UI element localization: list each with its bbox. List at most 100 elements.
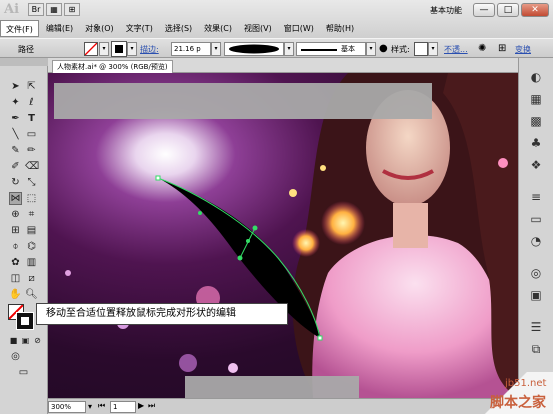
- align-icon[interactable]: ⊞: [498, 43, 510, 55]
- brush-definition[interactable]: 基本: [296, 42, 366, 56]
- opacity-label[interactable]: 不透...: [444, 44, 468, 55]
- anchor-point[interactable]: [155, 175, 161, 181]
- variable-width-profile[interactable]: [224, 42, 284, 56]
- path-point[interactable]: [198, 211, 202, 215]
- tools-panel: ➤ ⇱ ✦ ℓ ✒ T ╲ ▭ ✎ ✏ ✐ ⌫ ↻ ⤡ ⋈ ⬚ ⊕ ⌗ ⊞ ▤ …: [0, 58, 48, 414]
- draw-mode-icon[interactable]: ◎: [9, 350, 22, 363]
- brush-dropdown-icon[interactable]: ▾: [366, 42, 376, 56]
- width-tool-icon[interactable]: ⋈: [9, 192, 22, 205]
- style-swatch[interactable]: [414, 42, 428, 56]
- bridge-icon[interactable]: Br: [28, 3, 44, 16]
- document-tab[interactable]: 人物素材.ai* @ 300% (RGB/预览): [52, 60, 173, 74]
- rotate-tool-icon[interactable]: ↻: [9, 176, 22, 189]
- app-logo: Ai: [4, 2, 20, 17]
- menu-view[interactable]: 视图(V): [239, 20, 277, 37]
- type-tool-icon[interactable]: T: [25, 112, 38, 125]
- color-guide-icon[interactable]: ▦: [527, 90, 545, 108]
- slice-tool-icon[interactable]: ⧄: [25, 272, 38, 285]
- gradient-tool-icon[interactable]: ▤: [25, 224, 38, 237]
- magic-wand-tool-icon[interactable]: ✦: [9, 96, 22, 109]
- artboards-panel-icon[interactable]: ⧉: [527, 340, 545, 358]
- profile-dropdown-icon[interactable]: ▾: [284, 42, 294, 56]
- brushes-panel-icon[interactable]: ♣: [527, 134, 545, 152]
- last-page-icon[interactable]: ⏭: [148, 401, 155, 411]
- scale-tool-icon[interactable]: ⤡: [25, 176, 38, 189]
- tutorial-callout: 移动至合适位置释放鼠标完成对形状的编辑: [36, 303, 288, 325]
- recolor-icon[interactable]: ✺: [478, 43, 490, 55]
- first-page-icon[interactable]: ⏮: [98, 401, 105, 411]
- swatches-panel-icon[interactable]: ▩: [527, 112, 545, 130]
- symbols-panel-icon[interactable]: ❖: [527, 156, 545, 174]
- direct-selection-tool-icon[interactable]: ⇱: [25, 80, 38, 93]
- color-panel-icon[interactable]: ◐: [527, 68, 545, 86]
- transparency-panel-icon[interactable]: ◔: [527, 232, 545, 250]
- artboard-canvas[interactable]: [48, 73, 518, 398]
- next-page-icon[interactable]: ▶: [138, 401, 144, 410]
- pencil-tool-icon[interactable]: ✏: [25, 144, 38, 157]
- tools-panel-header[interactable]: [0, 58, 48, 66]
- zoom-tool-icon[interactable]: 🔍︎: [25, 288, 38, 301]
- line-tool-icon[interactable]: ╲: [9, 128, 22, 141]
- restore-button[interactable]: □: [497, 3, 519, 17]
- gradient-panel-icon[interactable]: ▭: [527, 210, 545, 228]
- artboard-tool-icon[interactable]: ◫: [9, 272, 22, 285]
- stroke-dropdown-icon[interactable]: ▾: [127, 42, 137, 56]
- graph-tool-icon[interactable]: ▥: [25, 256, 38, 269]
- selection-tool-icon[interactable]: ➤: [9, 80, 22, 93]
- rectangle-tool-icon[interactable]: ▭: [25, 128, 38, 141]
- blend-tool-icon[interactable]: ⌬: [25, 240, 38, 253]
- stroke-color-swatch[interactable]: [16, 312, 34, 330]
- screen-mode-icon[interactable]: ▭: [17, 366, 30, 379]
- menu-edit[interactable]: 编辑(E): [41, 20, 78, 37]
- flower-decoration: [179, 354, 197, 372]
- hand-tool-icon[interactable]: ✋: [9, 288, 22, 301]
- fill-dropdown-icon[interactable]: ▾: [99, 42, 109, 56]
- workspace-switcher[interactable]: 基本功能: [430, 5, 462, 16]
- zoom-dropdown-icon[interactable]: ▾: [88, 402, 92, 411]
- width-point[interactable]: [246, 239, 250, 243]
- view-layout-icon[interactable]: ⊞: [64, 3, 80, 16]
- stroke-panel-icon[interactable]: ≡: [527, 188, 545, 206]
- stroke-weight-dropdown-icon[interactable]: ▾: [211, 42, 221, 56]
- anchor-point[interactable]: [317, 335, 323, 341]
- eraser-tool-icon[interactable]: ⌫: [25, 160, 39, 173]
- close-button[interactable]: ✕: [521, 3, 549, 17]
- graphic-styles-panel-icon[interactable]: ▣: [527, 286, 545, 304]
- layers-panel-icon[interactable]: ☰: [527, 318, 545, 336]
- blob-brush-tool-icon[interactable]: ✐: [9, 160, 22, 173]
- appearance-panel-icon[interactable]: ◎: [527, 264, 545, 282]
- stroke-label[interactable]: 描边:: [140, 44, 159, 55]
- shape-builder-tool-icon[interactable]: ⊕: [9, 208, 22, 221]
- minimize-button[interactable]: —: [473, 3, 495, 17]
- perspective-grid-tool-icon[interactable]: ⌗: [25, 208, 38, 221]
- menu-window[interactable]: 窗口(W): [279, 20, 319, 37]
- paintbrush-tool-icon[interactable]: ✎: [9, 144, 22, 157]
- menu-effect[interactable]: 效果(C): [199, 20, 237, 37]
- none-mode-icon[interactable]: ⊘: [31, 334, 44, 347]
- menu-file[interactable]: 文件(F): [0, 20, 39, 37]
- width-handle-point[interactable]: [237, 255, 243, 261]
- stroke-swatch[interactable]: [111, 41, 127, 57]
- style-dropdown-icon[interactable]: ▾: [428, 42, 438, 56]
- title-bar: Ai Br ▦ ⊞ 基本功能 — □ ✕ 文件(F) 编辑(E) 对象(O) 文…: [0, 0, 553, 38]
- symbol-sprayer-tool-icon[interactable]: ✿: [9, 256, 22, 269]
- menu-object[interactable]: 对象(O): [80, 20, 119, 37]
- width-handle-point[interactable]: [252, 225, 258, 231]
- lasso-tool-icon[interactable]: ℓ: [25, 96, 38, 109]
- mesh-tool-icon[interactable]: ⊞: [9, 224, 22, 237]
- artboard-number-field[interactable]: 1: [110, 401, 136, 413]
- transform-label[interactable]: 变换: [515, 44, 531, 55]
- graphic-style-icon[interactable]: ●: [379, 43, 391, 55]
- stroke-weight-field[interactable]: 21.16 p: [171, 42, 211, 56]
- free-transform-tool-icon[interactable]: ⬚: [25, 192, 38, 205]
- brush-name-label: 基本: [341, 45, 355, 53]
- illustrator-window: Ai Br ▦ ⊞ 基本功能 — □ ✕ 文件(F) 编辑(E) 对象(O) 文…: [0, 0, 553, 414]
- eyedropper-tool-icon[interactable]: ⌽: [9, 240, 22, 253]
- fill-swatch[interactable]: [84, 42, 98, 56]
- arrange-docs-icon[interactable]: ▦: [46, 3, 62, 16]
- menu-select[interactable]: 选择(S): [160, 20, 197, 37]
- pen-tool-icon[interactable]: ✒: [9, 112, 22, 125]
- menu-help[interactable]: 帮助(H): [321, 20, 359, 37]
- zoom-level-field[interactable]: 300%: [48, 401, 86, 413]
- menu-type[interactable]: 文字(T): [121, 20, 158, 37]
